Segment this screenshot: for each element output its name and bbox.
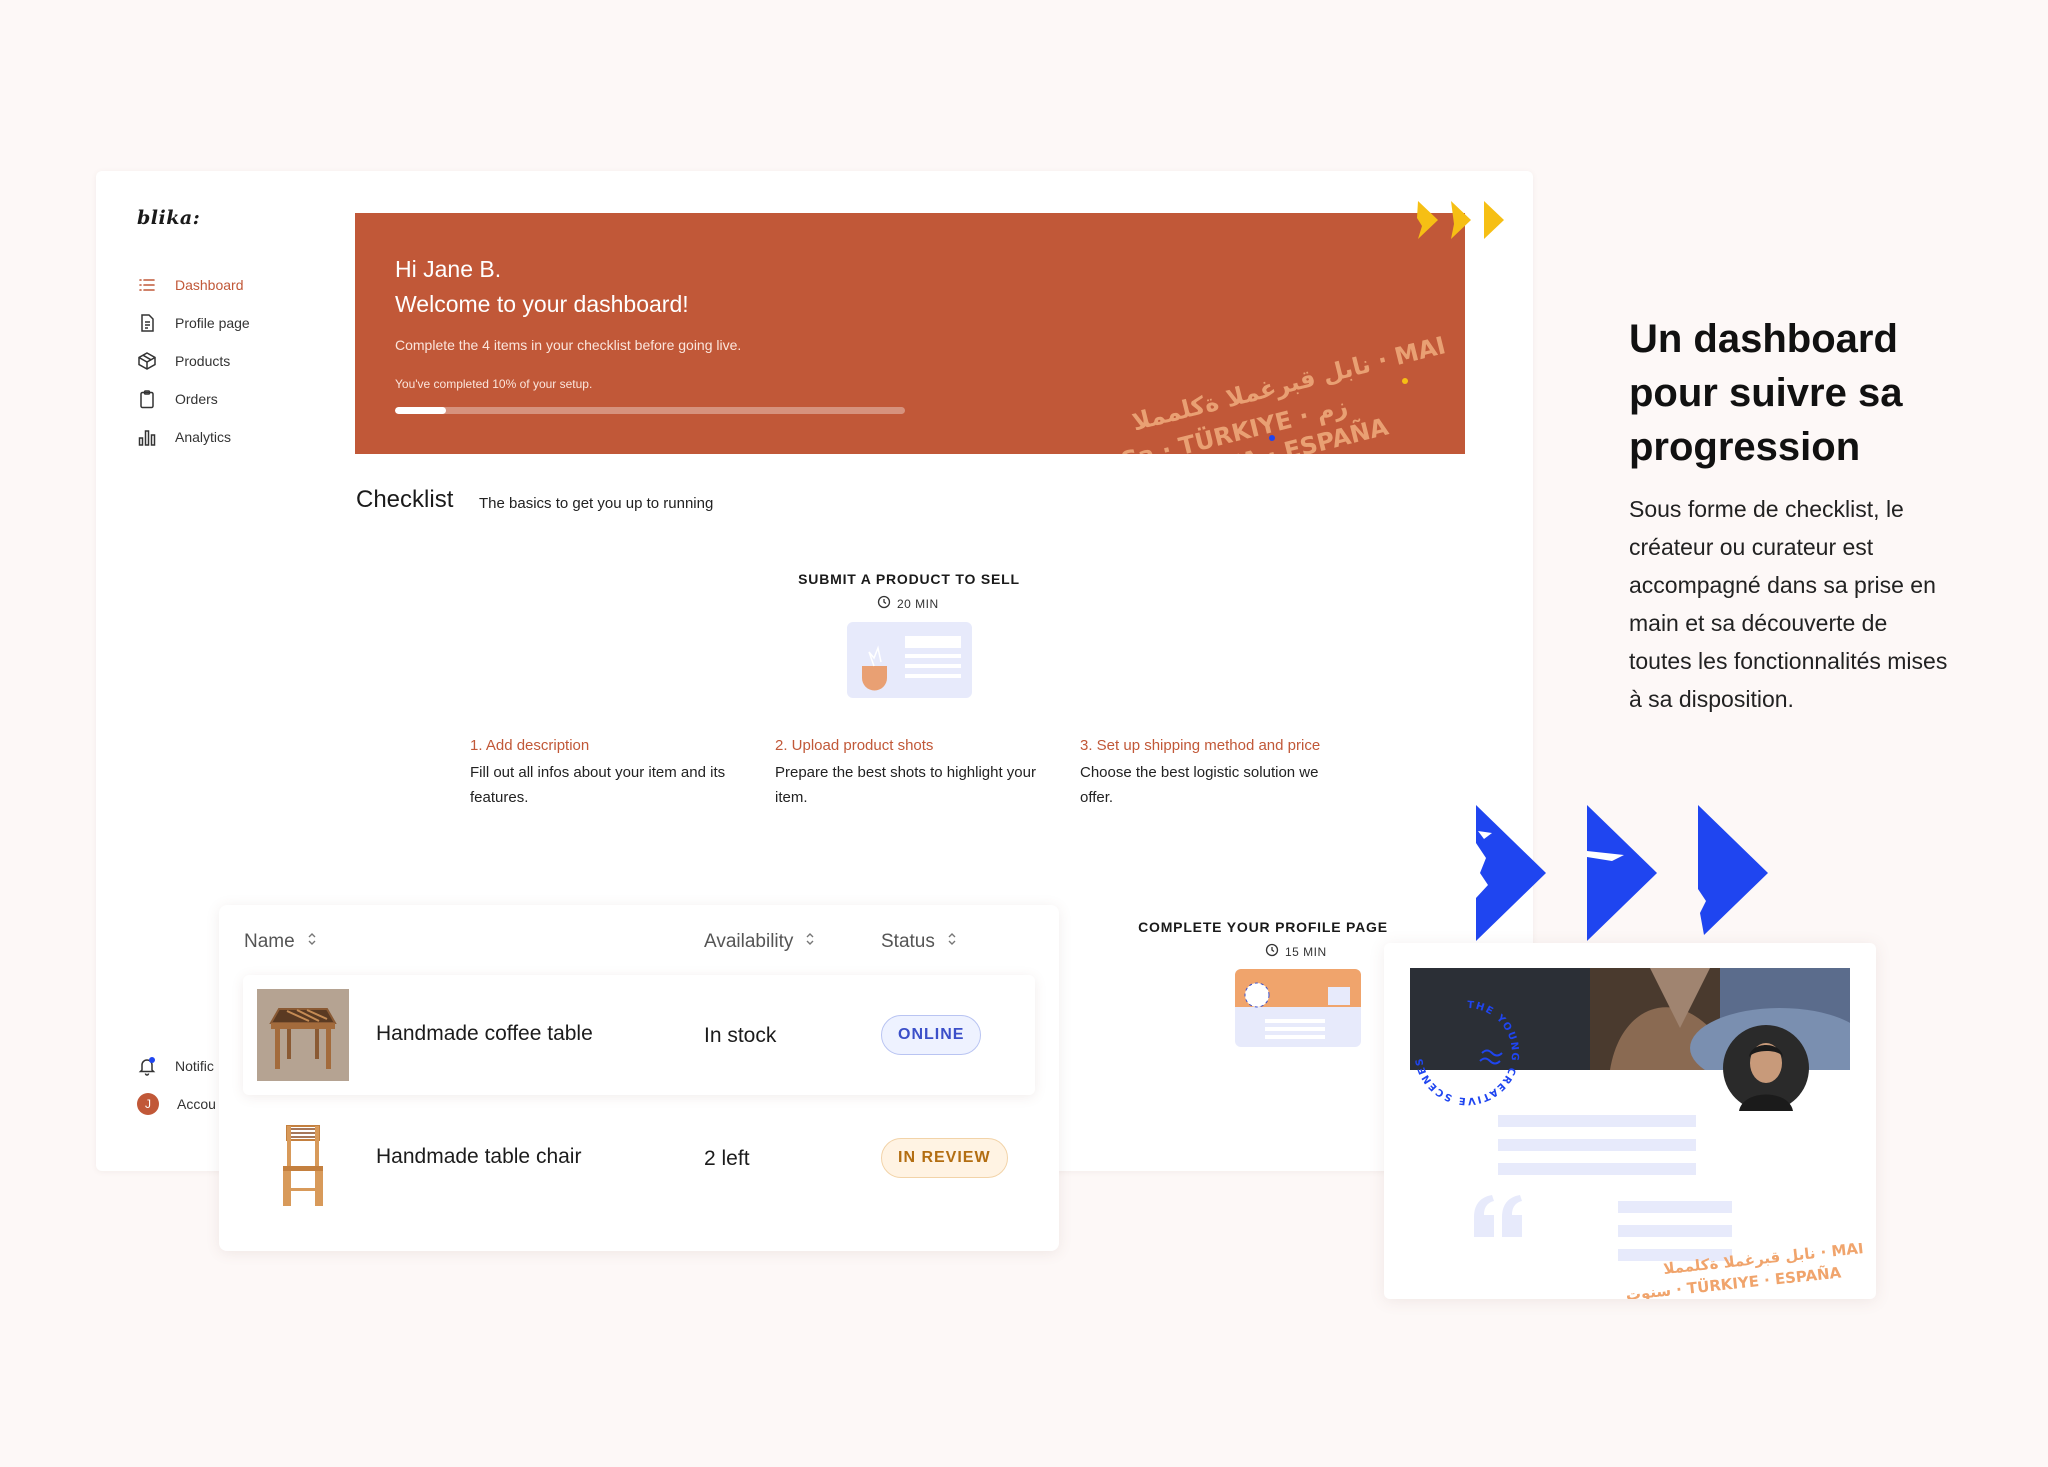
column-header-label: Availability (704, 931, 794, 952)
sidebar-item-notifications[interactable]: Notific (137, 1053, 214, 1079)
document-icon (137, 313, 157, 333)
step-2-title[interactable]: 2. Upload product shots (775, 737, 933, 754)
step-3-description: Choose the best logistic solution we off… (1080, 764, 1319, 806)
product-name: Handmade coffee table (376, 1022, 593, 1045)
progress-bar (395, 407, 905, 414)
bell-icon (137, 1056, 157, 1076)
placeholder-line (1498, 1139, 1696, 1151)
placeholder-line (1618, 1201, 1732, 1213)
checklist-title: Checklist (356, 486, 454, 513)
step-1-title[interactable]: 1. Add description (470, 737, 589, 754)
clipboard-icon (137, 389, 157, 409)
sidebar-item-analytics[interactable]: Analytics (137, 424, 231, 450)
task-title[interactable]: SUBMIT A PRODUCT TO SELL (759, 571, 1059, 587)
task-time-label: 20 MIN (897, 596, 939, 611)
sidebar-item-label: Profile page (175, 315, 250, 331)
status-badge: ONLINE (881, 1015, 982, 1055)
hero-title: Un dashboard pour suivre sa progression (1629, 317, 1903, 469)
greeting-text: Hi Jane B. (395, 256, 502, 282)
column-header-label: Name (244, 931, 295, 952)
product-name: Handmade table chair (376, 1145, 582, 1168)
step-2-description: Prepare the best shots to highlight your… (775, 764, 1036, 806)
step-3-title[interactable]: 3. Set up shipping method and price (1080, 737, 1320, 754)
profile-page-illustration (1235, 969, 1361, 1047)
sidebar-item-label: Analytics (175, 429, 232, 445)
sidebar-item-label: Notific (175, 1058, 214, 1074)
sidebar-item-label: Products (175, 353, 231, 369)
progress-bar-fill (395, 407, 446, 414)
table-row[interactable]: Handmade coffee table In stock ONLINE (243, 975, 1035, 1095)
checklist-subtitle: The basics to get you up to running (479, 495, 714, 512)
clock-icon (877, 595, 891, 612)
sidebar-item-label: Orders (175, 391, 218, 407)
product-availability: In stock (704, 1024, 777, 1047)
multilingual-pattern-graphic: نابل قبرغملا ةكلمملا · MAI Sa · TÜRKIYE … (1118, 331, 1448, 454)
placeholder-line (1618, 1225, 1732, 1237)
task-duration: 20 MIN (877, 595, 939, 612)
bar-chart-icon (137, 427, 157, 447)
welcome-banner: Hi Jane B. Welcome to your dashboard! Co… (355, 213, 1465, 454)
step-1-description: Fill out all infos about your item and i… (470, 764, 726, 806)
multilingual-pattern-graphic: نابل قبرغملا ةكلمملا · MAI سنوت · TÜRKIY… (1625, 1243, 1865, 1299)
sidebar-item-orders[interactable]: Orders (137, 386, 218, 412)
placeholder-line (1498, 1115, 1696, 1127)
table-row[interactable]: Handmade table chair 2 left IN REVIEW (243, 1108, 1035, 1228)
sidebar-item-label: Accou (177, 1096, 216, 1112)
list-icon (137, 275, 157, 295)
status-badge: IN REVIEW (881, 1138, 1008, 1178)
placeholder-line (1498, 1163, 1696, 1175)
products-table: Name Availability Status Handmade coffee… (219, 905, 1059, 1251)
welcome-text: Welcome to your dashboard! (395, 291, 689, 317)
column-header-availability[interactable]: Availability (704, 931, 815, 953)
product-availability: 2 left (704, 1147, 750, 1170)
sort-icon (947, 931, 957, 953)
quote-icon (1474, 1195, 1522, 1237)
avatar-icon: J (137, 1093, 159, 1115)
profile-preview-card: THE YOUNG CREATIVE SCENES نابل قبرغملا ة… (1384, 943, 1876, 1299)
task-title[interactable]: COMPLETE YOUR PROFILE PAGE (1113, 919, 1413, 935)
sidebar-item-label: Dashboard (175, 277, 244, 293)
column-header-status[interactable]: Status (881, 931, 957, 953)
sort-icon (307, 931, 317, 953)
product-thumbnail-coffee-table (257, 989, 349, 1081)
column-header-label: Status (881, 931, 935, 952)
blue-arrows-decoration (1476, 805, 1768, 941)
yellow-arrows-decoration (1417, 201, 1504, 239)
the-young-creative-scenes-badge: THE YOUNG CREATIVE SCENES (1414, 1000, 1520, 1106)
product-card-illustration (847, 622, 972, 698)
task-time-label: 15 MIN (1285, 944, 1327, 959)
sidebar-item-dashboard[interactable]: Dashboard (137, 272, 244, 298)
clock-icon (1265, 943, 1279, 960)
task-duration: 15 MIN (1265, 943, 1327, 960)
banner-subtitle: Complete the 4 items in your checklist b… (395, 337, 742, 353)
sort-icon (805, 931, 815, 953)
box-icon (137, 351, 157, 371)
app-logo[interactable]: blika: (137, 207, 200, 229)
hero-body: Sous forme de checklist, le créateur ou … (1629, 496, 1948, 712)
sidebar-item-account[interactable]: J Accou (137, 1091, 216, 1117)
product-thumbnail-table-chair (283, 1125, 323, 1206)
sidebar-item-products[interactable]: Products (137, 348, 230, 374)
progress-text: You've completed 10% of your setup. (395, 377, 593, 391)
column-header-name[interactable]: Name (244, 931, 317, 953)
sidebar-item-profile-page[interactable]: Profile page (137, 310, 250, 336)
profile-avatar (1723, 1025, 1809, 1111)
svg-text:THE YOUNG CREATIVE SCENES: THE YOUNG CREATIVE SCENES (1414, 1000, 1520, 1106)
